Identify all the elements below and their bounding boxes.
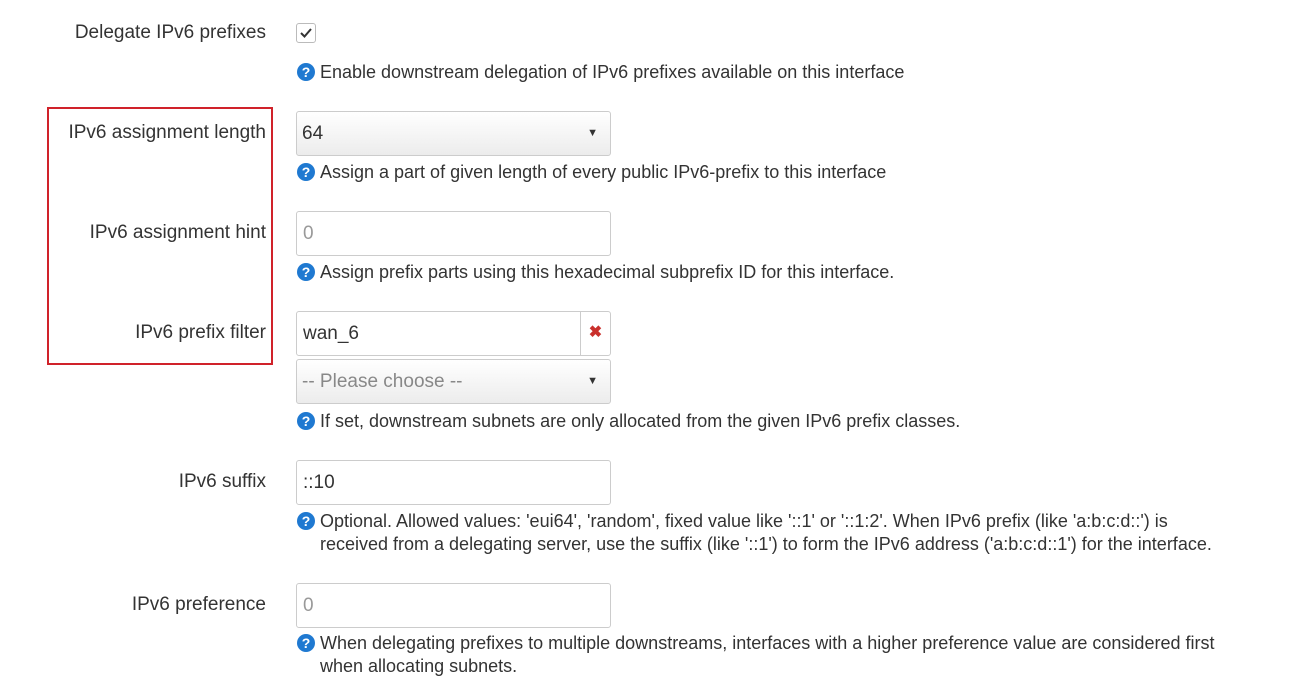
delegate-ipv6-checkbox[interactable] bbox=[296, 23, 316, 43]
prefix-filter-choose-select[interactable]: -- Please choose -- ▼ bbox=[296, 359, 611, 404]
question-circle-icon: ? bbox=[297, 63, 315, 81]
prefix-filter-choose-placeholder: -- Please choose -- bbox=[302, 371, 463, 392]
preference-input[interactable]: 0 bbox=[296, 583, 611, 628]
preference-help: ? When delegating prefixes to multiple d… bbox=[297, 632, 1214, 678]
preference-placeholder: 0 bbox=[303, 595, 314, 616]
assignment-length-help: ? Assign a part of given length of every… bbox=[297, 161, 886, 184]
question-circle-icon: ? bbox=[297, 412, 315, 430]
delegate-ipv6-help: ? Enable downstream delegation of IPv6 p… bbox=[297, 61, 904, 84]
suffix-input[interactable]: ::10 bbox=[296, 460, 611, 505]
prefix-filter-label: IPv6 prefix filter bbox=[135, 322, 266, 343]
close-icon[interactable]: ✖ bbox=[580, 312, 610, 355]
suffix-label: IPv6 suffix bbox=[178, 471, 266, 492]
preference-label: IPv6 preference bbox=[131, 594, 266, 615]
prefix-filter-help: ? If set, downstream subnets are only al… bbox=[297, 410, 960, 433]
prefix-filter-value: wan_6 bbox=[303, 323, 359, 344]
delegate-ipv6-label: Delegate IPv6 prefixes bbox=[74, 22, 266, 43]
caret-down-icon: ▼ bbox=[587, 375, 598, 387]
suffix-value: ::10 bbox=[303, 472, 335, 493]
question-circle-icon: ? bbox=[297, 634, 315, 652]
assignment-hint-placeholder: 0 bbox=[303, 223, 314, 244]
assignment-hint-help: ? Assign prefix parts using this hexadec… bbox=[297, 261, 894, 284]
suffix-help: ? Optional. Allowed values: 'eui64', 'ra… bbox=[297, 510, 1212, 556]
checkmark-icon bbox=[300, 28, 312, 38]
assignment-length-label: IPv6 assignment length bbox=[68, 122, 266, 143]
question-circle-icon: ? bbox=[297, 163, 315, 181]
assignment-hint-input[interactable]: 0 bbox=[296, 211, 611, 256]
prefix-filter-input[interactable]: wan_6 ✖ bbox=[296, 311, 611, 356]
question-circle-icon: ? bbox=[297, 512, 315, 530]
caret-down-icon: ▼ bbox=[587, 127, 598, 139]
assignment-length-value: 64 bbox=[302, 123, 324, 144]
question-circle-icon: ? bbox=[297, 263, 315, 281]
assignment-hint-label: IPv6 assignment hint bbox=[89, 222, 266, 243]
assignment-length-select[interactable]: 64 ▼ bbox=[296, 111, 611, 156]
